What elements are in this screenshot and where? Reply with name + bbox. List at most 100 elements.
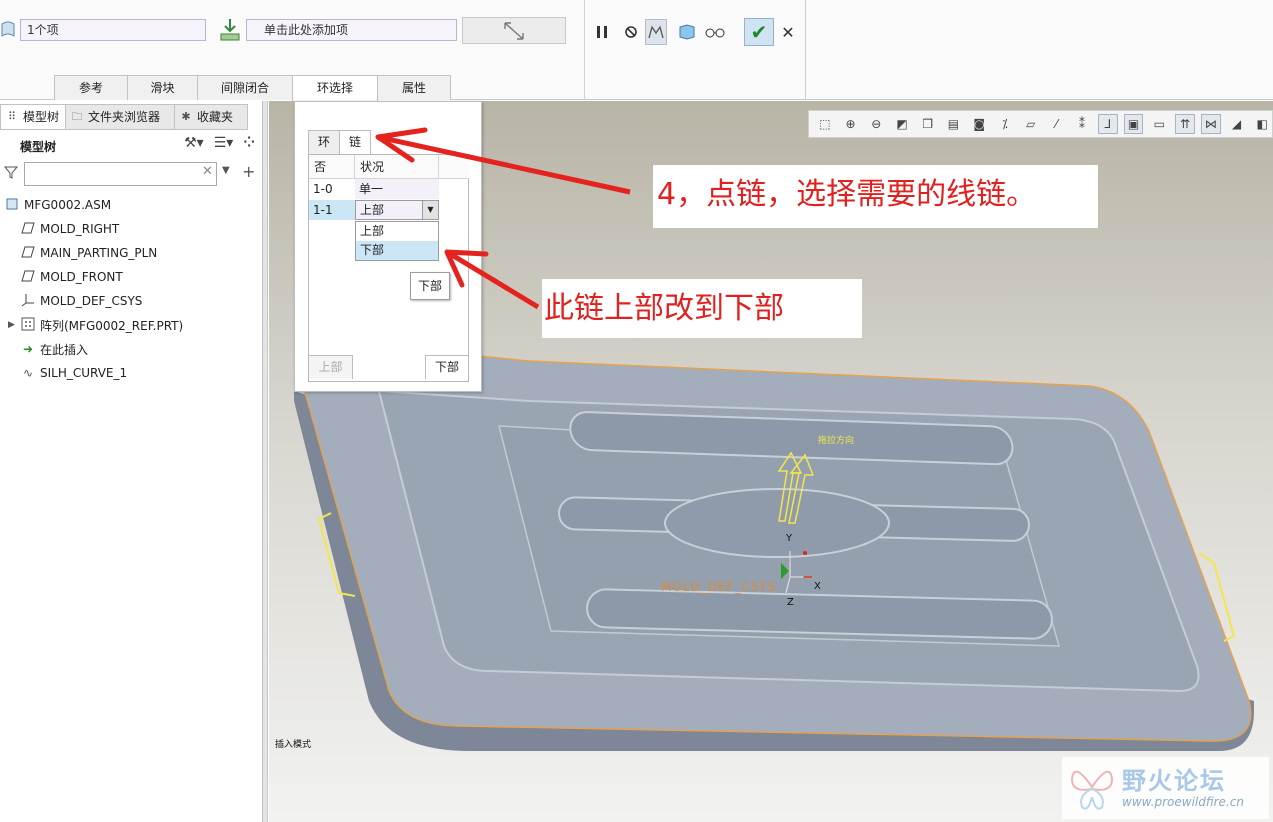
saved-views-icon[interactable]: ▤ (944, 114, 964, 134)
axis-y-label: Y (786, 533, 793, 544)
refit-icon[interactable]: ⬚ (815, 114, 835, 134)
table-row-id[interactable]: 1-0 (309, 179, 355, 199)
datum-display-icon[interactable]: ⁒ (995, 114, 1015, 134)
table-row-status[interactable]: 单一 (355, 179, 439, 199)
pause-button[interactable] (591, 19, 613, 45)
draft-check-icon[interactable]: ⇈ (1175, 114, 1195, 134)
model-tree: MFG0002.ASM MOLD_RIGHT MAIN_PARTING_PLN … (0, 193, 263, 385)
tab-slider[interactable]: 滑块 (127, 75, 198, 100)
tree-item-label: MOLD_FRONT (40, 270, 123, 284)
preview-geometry-button[interactable] (645, 19, 667, 45)
tab-references[interactable]: 参考 (54, 75, 128, 100)
tree-item-pattern[interactable]: ▶ 阵列(MFG0002_REF.PRT) (0, 313, 263, 337)
perspective-icon[interactable]: ◧ (1252, 114, 1272, 134)
status-dropdown-list: 上部 下部 (355, 221, 439, 261)
axis-z-label: Z (787, 597, 794, 608)
tree-filter-icon[interactable]: ⁘ (243, 135, 255, 151)
view-manager-icon[interactable]: ◙ (969, 114, 989, 134)
tree-item-label: MFG0002.ASM (24, 198, 112, 212)
ribbon-separator (584, 0, 585, 100)
model-tree-header: 模型树 ⚒▾ ☰▾ ⁘ (0, 132, 263, 158)
tree-item-label: MOLD_RIGHT (40, 222, 120, 236)
tree-search-input[interactable] (24, 162, 217, 186)
tree-item-mold-def-csys[interactable]: MOLD_DEF_CSYS (0, 289, 263, 313)
annotation-display-icon[interactable]: ▣ (1123, 114, 1144, 134)
lower-button[interactable]: 下部 (425, 355, 468, 379)
add-filter-icon[interactable]: + (242, 162, 255, 181)
tab-loops[interactable]: 环 (308, 130, 340, 154)
insert-arrow-icon: ➜ (22, 342, 34, 356)
model-tree-pane: ⠿ 模型树 🗀 文件夹浏览器 ✱ 收藏夹 模型树 ⚒▾ ☰▾ ⁘ ✕ ▼ + M… (0, 101, 263, 822)
clear-search-icon[interactable]: ✕ (202, 164, 213, 179)
tree-item-silh-curve[interactable]: ∿ SILH_CURVE_1 (0, 361, 263, 385)
axis-display-icon[interactable]: ⁄ (1046, 114, 1066, 134)
tree-item-mold-right[interactable]: MOLD_RIGHT (0, 217, 263, 241)
csys-display-icon[interactable]: ⅃ (1097, 114, 1118, 134)
column-header-status: 状况 (355, 155, 439, 179)
zoom-out-icon[interactable]: ⊖ (866, 114, 886, 134)
column-header-extra (439, 155, 469, 179)
tree-item-assembly[interactable]: MFG0002.ASM (0, 193, 263, 217)
tab-folder-browser[interactable]: 🗀 文件夹浏览器 (65, 104, 176, 130)
point-display-icon[interactable]: ⁑ (1072, 114, 1092, 134)
add-item-field[interactable]: 单击此处添加项 (246, 19, 457, 41)
verify-mode-button[interactable] (676, 19, 698, 45)
pattern-icon (20, 317, 36, 334)
cancel-button[interactable]: ✕ (778, 22, 798, 42)
folder-icon: 🗀 (71, 110, 83, 123)
dashboard-tabs: 参考 滑块 间隙闭合 环选择 属性 (54, 75, 451, 101)
datum-plane-icon (20, 222, 36, 237)
tab-chains[interactable]: 链 (339, 130, 371, 154)
tab-loop-selection[interactable]: 环选择 (292, 75, 378, 101)
ok-button[interactable]: ✔ (744, 18, 774, 46)
watermark-title: 野火论坛 (1122, 767, 1226, 795)
watermark-url: www.proewildfire.cn (1122, 795, 1244, 809)
tree-item-mold-front[interactable]: MOLD_FRONT (0, 265, 263, 289)
dropdown-option-lower[interactable]: 下部 (356, 241, 438, 260)
column-header-no: 否 (309, 155, 355, 179)
reference-collector-field[interactable]: 1个项 (20, 19, 206, 41)
flip-arrows-icon (504, 22, 524, 40)
tab-model-tree[interactable]: ⠿ 模型树 (0, 104, 67, 130)
loop-panel-tabs: 环 链 (308, 130, 371, 154)
tree-item-main-parting-pln[interactable]: MAIN_PARTING_PLN (0, 241, 263, 265)
tree-settings-icon[interactable]: ⚒▾ (184, 135, 204, 151)
model-tree-tools: ⚒▾ ☰▾ ⁘ (184, 135, 255, 151)
tab-gap-closure[interactable]: 间隙闭合 (197, 75, 293, 100)
dropdown-option-upper[interactable]: 上部 (356, 222, 438, 241)
favorites-icon: ✱ (181, 110, 191, 123)
tree-show-icon[interactable]: ☰▾ (214, 135, 234, 151)
datum-plane-icon (20, 246, 36, 261)
add-item-icon[interactable] (218, 17, 242, 43)
tree-item-insert-here[interactable]: ➜ 在此插入 (0, 337, 263, 361)
flip-direction-button[interactable] (462, 17, 566, 44)
loop-selection-panel: 环 链 否 状况 1-0 单一 1-1 上部 ▼ 上部 下部 下部 上部 下部 (294, 101, 482, 392)
repaint-icon[interactable]: ◩ (892, 114, 912, 134)
pane-splitter[interactable] (263, 101, 268, 822)
spin-center-icon[interactable]: ▭ (1149, 114, 1169, 134)
upper-button[interactable]: 上部 (309, 355, 353, 379)
tab-favorites[interactable]: ✱ 收藏夹 (174, 104, 249, 130)
butterfly-logo-icon (1070, 770, 1114, 810)
tree-item-label: 阵列(MFG0002_REF.PRT) (40, 318, 184, 333)
chain-status-dropdown[interactable]: 上部 ▼ (355, 200, 439, 220)
network-icon[interactable]: ⋈ (1200, 114, 1221, 134)
tab-properties[interactable]: 属性 (377, 75, 451, 100)
tree-search-bar: ✕ ▼ + (0, 161, 263, 187)
search-options-icon[interactable]: ▼ (222, 165, 230, 176)
chevron-down-icon[interactable]: ▼ (422, 201, 438, 219)
table-row-id-selected[interactable]: 1-1 (309, 200, 355, 220)
curve-icon: ∿ (22, 366, 34, 380)
graphics-toolbar: ⬚ ⊕ ⊖ ◩ ❒ ▤ ◙ ⁒ ▱ ⁄ ⁑ ⅃ ▣ ▭ ⇈ ⋈ ◢ ◧ (808, 110, 1273, 138)
glasses-preview-button[interactable] (704, 19, 726, 45)
expand-arrow-icon[interactable]: ▶ (8, 320, 15, 330)
model-tree-title: 模型树 (20, 140, 57, 154)
dashboard-ribbon: 1个项 单击此处添加项 ✔ ✕ 参考 滑块 间隙闭合 环选择 属性 (0, 0, 1273, 101)
plane-display-icon[interactable]: ▱ (1021, 114, 1041, 134)
no-preview-button[interactable] (620, 19, 642, 45)
appearance-icon[interactable]: ◢ (1227, 114, 1247, 134)
zoom-in-icon[interactable]: ⊕ (841, 114, 861, 134)
display-style-icon[interactable]: ❒ (918, 114, 938, 134)
tree-item-label: SILH_CURVE_1 (40, 366, 128, 380)
hover-tooltip: 下部 (410, 272, 450, 300)
